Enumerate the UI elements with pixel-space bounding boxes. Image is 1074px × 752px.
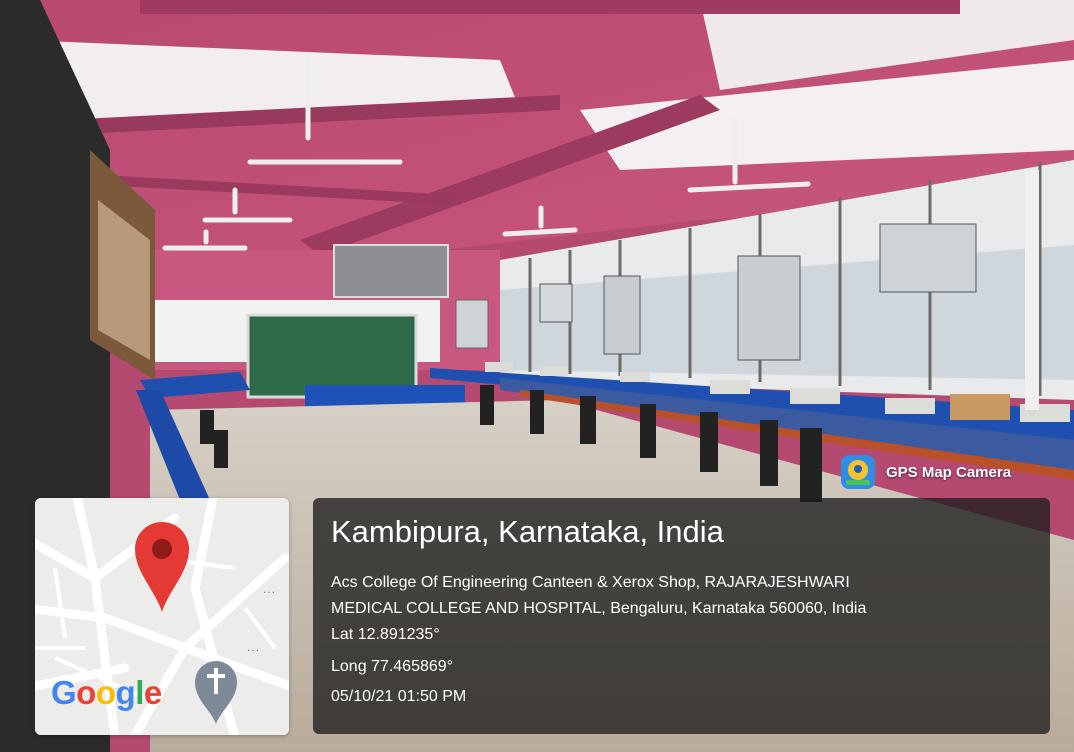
red-location-pin-icon — [135, 522, 189, 612]
photo-background: GPS Map Camera ... ... Google Kambipura,… — [0, 0, 1074, 752]
location-title: Kambipura, Karnataka, India — [331, 514, 724, 549]
gps-map-camera-badge: GPS Map Camera — [836, 452, 1023, 492]
datetime-text: 05/10/21 01:50 PM — [331, 688, 467, 705]
map-dots-marker: ... — [263, 582, 277, 596]
church-cross-pin-icon — [195, 661, 237, 724]
address-line-1: Acs College Of Engineering Canteen & Xer… — [331, 574, 850, 591]
address-text: Acs College Of Engineering Canteen & Xer… — [331, 570, 1041, 622]
address-line-2: MEDICAL COLLEGE AND HOSPITAL, Bengaluru,… — [331, 600, 867, 617]
map-pin-camera-icon — [841, 455, 875, 489]
map-thumbnail: ... ... Google — [35, 498, 289, 735]
location-info-card: Kambipura, Karnataka, India Acs College … — [313, 498, 1050, 734]
google-logo: Google — [51, 674, 162, 711]
map-dots-marker: ... — [247, 640, 261, 654]
gps-map-camera-label: GPS Map Camera — [886, 463, 1012, 481]
longitude-text: Long 77.465869° — [331, 658, 454, 675]
latitude-text: Lat 12.891235° — [331, 626, 440, 643]
